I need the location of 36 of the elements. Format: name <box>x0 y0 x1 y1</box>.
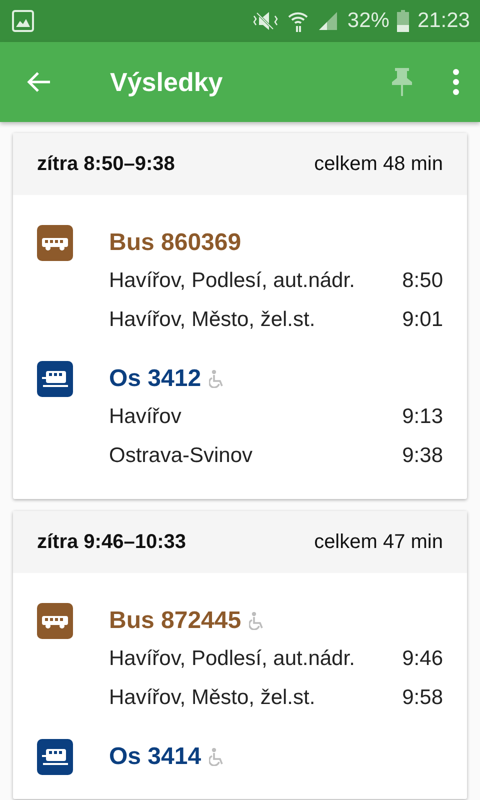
pin-icon <box>390 67 414 97</box>
connection-card[interactable]: zítra 8:50–9:38 celkem 48 min Bus 860369 Havířov, Podlesí, aut.nádr. 8:50 Havířov, Město, žel.st. 9:01 Os 3412 Havířov 9:13 Ostrava-Svinov 9:38 <box>13 133 467 499</box>
stop-time: 9:58 <box>402 686 443 710</box>
image-icon <box>12 10 34 32</box>
time-range: zítra 9:46–10:33 <box>37 530 186 554</box>
stop-name: Havířov, Podlesí, aut.nádr. <box>109 268 355 292</box>
signal-icon <box>317 10 340 32</box>
stop-time: 9:13 <box>402 404 443 428</box>
stop-time: 9:01 <box>402 308 443 332</box>
stop-name: Havířov, Podlesí, aut.nádr. <box>109 646 355 670</box>
total-duration: celkem 48 min <box>314 152 443 176</box>
stop-time: 9:46 <box>402 646 443 670</box>
train-icon <box>37 739 73 775</box>
stop-time: 9:38 <box>402 444 443 468</box>
line-name: Os 3412 <box>109 365 202 393</box>
bus-icon <box>37 225 73 261</box>
mute-icon <box>251 10 280 32</box>
connection-card[interactable]: zítra 9:46–10:33 celkem 47 min Bus 872445 Havířov, Podlesí, aut.nádr. 9:46 Havířov, Město, žel.st. 9:58 Os 3414 <box>13 511 467 799</box>
clock: 21:23 <box>417 9 470 33</box>
line-name: Os 3414 <box>109 743 202 771</box>
battery-percent: 32% <box>347 9 390 33</box>
line-name: Bus 860369 <box>109 229 242 257</box>
stop-name: Havířov, Město, žel.st. <box>109 686 316 710</box>
bus-icon <box>37 603 73 639</box>
total-duration: celkem 47 min <box>314 530 443 554</box>
time-range: zítra 8:50–9:38 <box>37 152 175 176</box>
stop-time: 8:50 <box>402 268 443 292</box>
more-icon <box>452 69 460 95</box>
train-icon <box>37 361 73 397</box>
stop-name: Havířov <box>109 404 182 428</box>
screen-title: Výsledky <box>110 66 223 98</box>
line-name: Bus 872445 <box>109 607 242 635</box>
battery-icon <box>397 10 410 32</box>
back-arrow-icon <box>26 71 52 93</box>
stop-name: Havířov, Město, žel.st. <box>109 308 316 332</box>
stop-name: Ostrava-Svinov <box>109 444 253 468</box>
